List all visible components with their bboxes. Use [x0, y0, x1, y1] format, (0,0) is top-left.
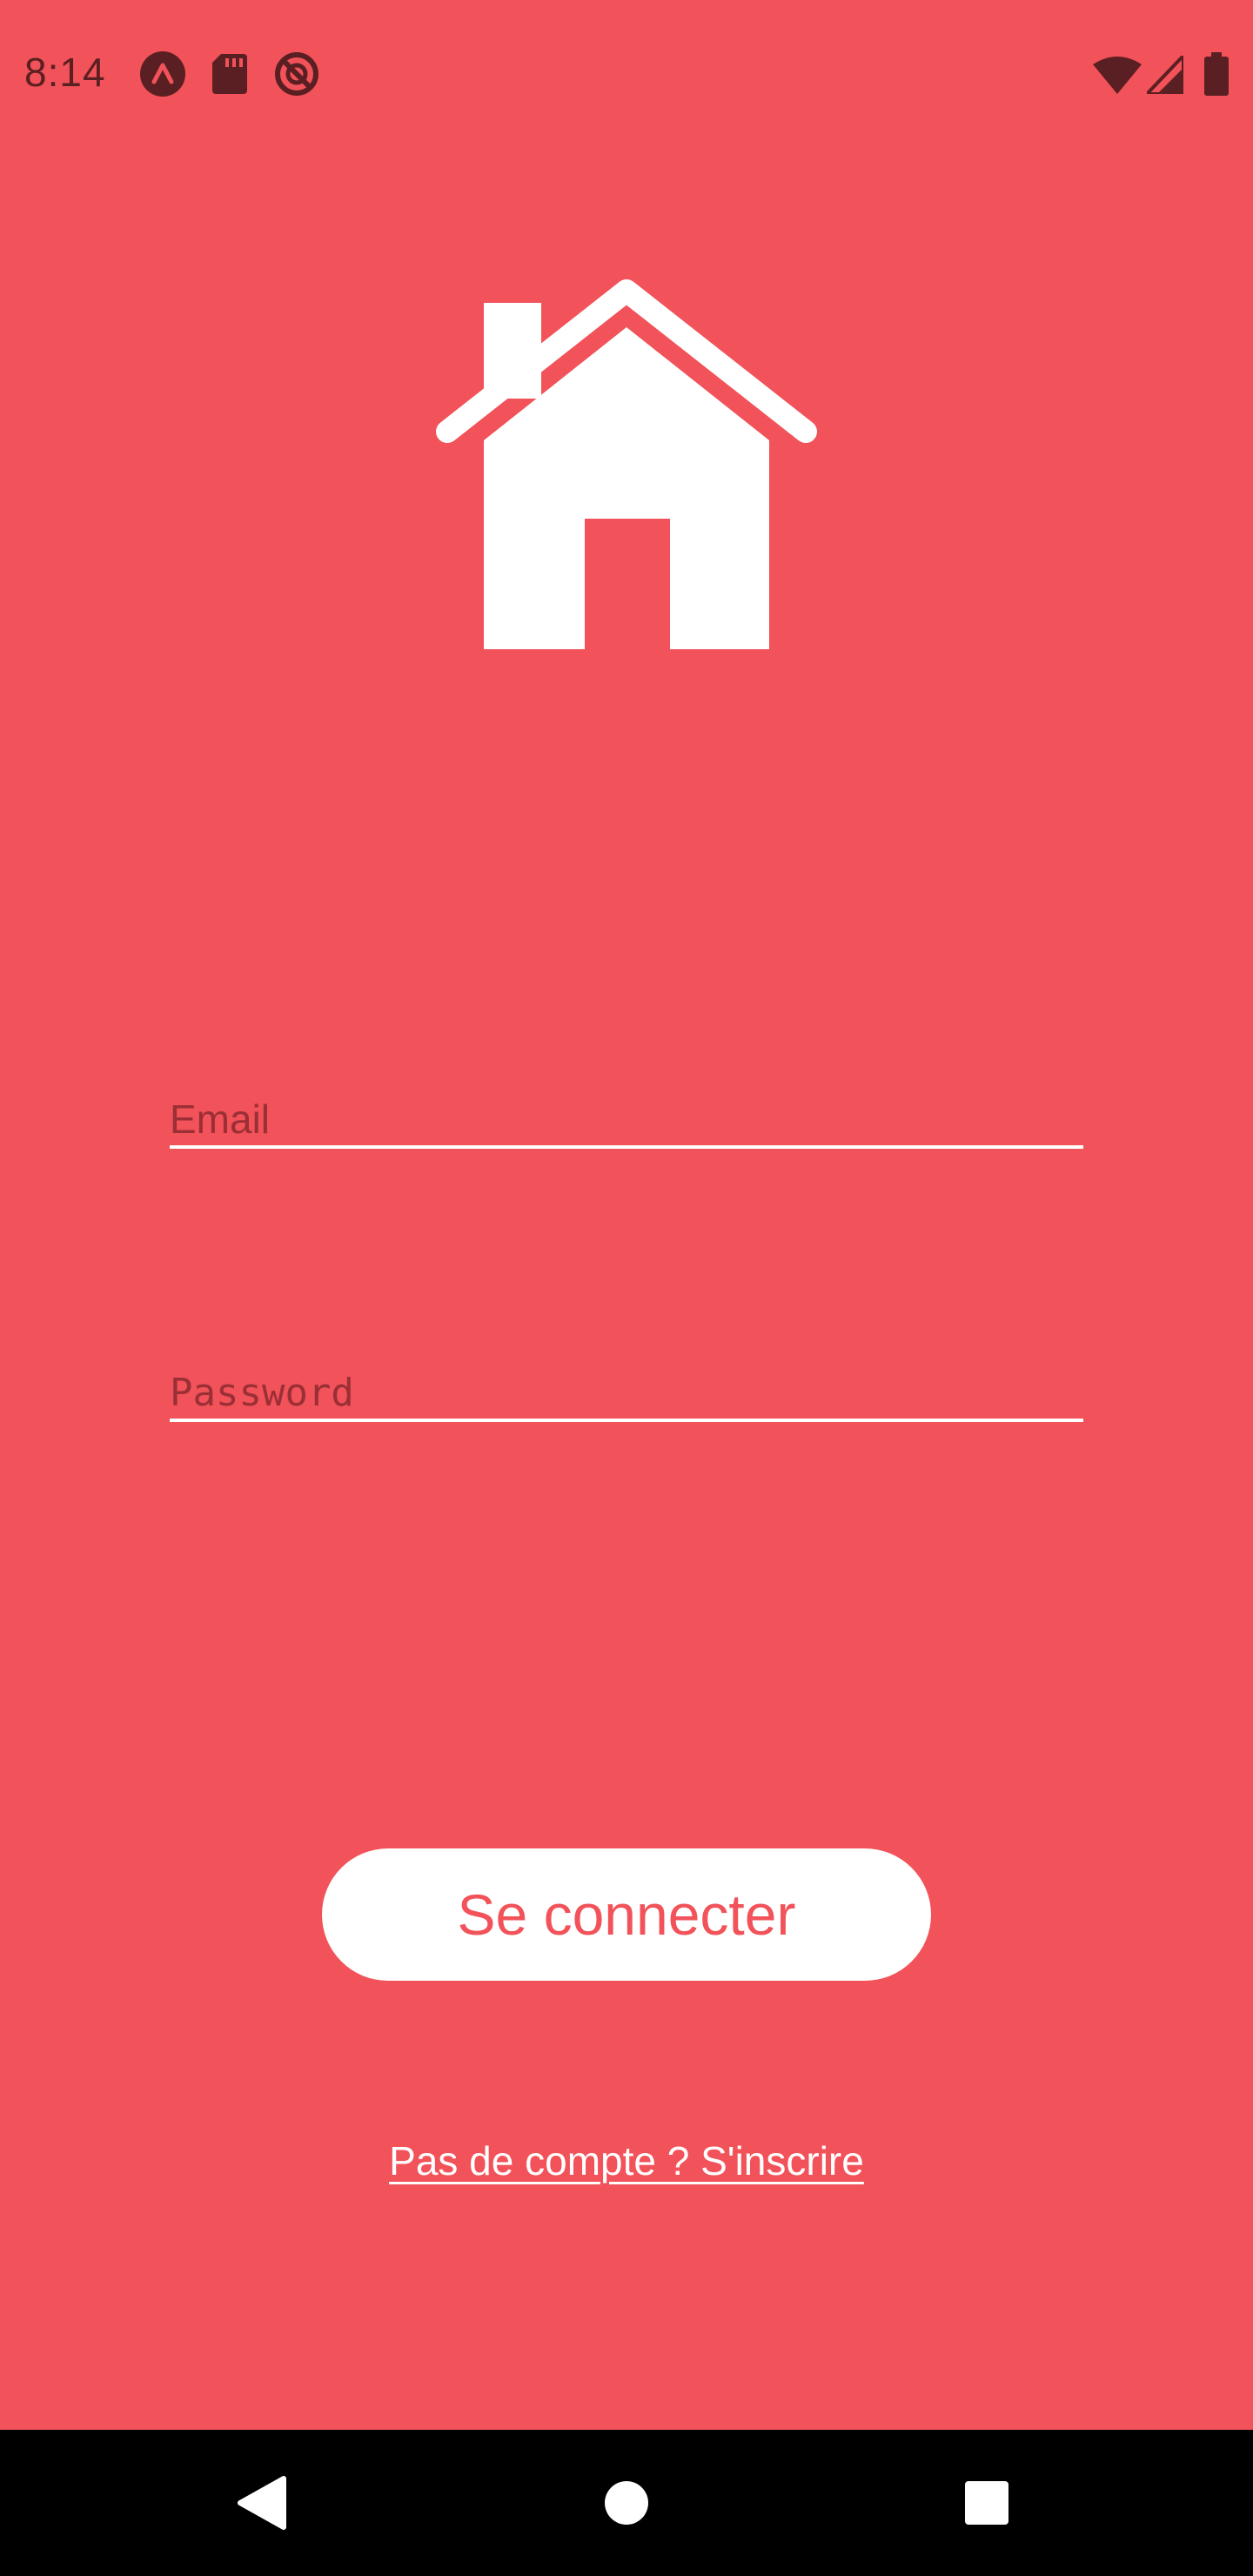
password-field-container	[170, 1366, 1083, 1422]
back-icon	[238, 2476, 286, 2530]
app-icon	[140, 51, 185, 97]
recents-button[interactable]	[943, 2459, 1030, 2546]
sd-card-icon	[212, 54, 247, 94]
battery-icon	[1204, 52, 1229, 96]
back-button[interactable]	[219, 2459, 306, 2546]
signal-icon	[1147, 56, 1183, 94]
signup-link-container: Pas de compte ? S'inscrire	[0, 2137, 1253, 2184]
recents-icon	[965, 2481, 1008, 2525]
email-field-container	[170, 1093, 1083, 1149]
status-time: 8:14	[24, 50, 106, 95]
status-bar: 8:14	[0, 0, 1253, 148]
house-icon	[436, 279, 817, 649]
home-icon	[605, 2481, 648, 2525]
do-not-disturb-icon	[275, 52, 318, 96]
email-field[interactable]	[170, 1093, 1083, 1145]
login-button[interactable]: Se connecter	[322, 1848, 931, 1981]
home-button[interactable]	[583, 2459, 670, 2546]
navigation-bar	[0, 2430, 1253, 2576]
password-field[interactable]	[170, 1366, 1083, 1419]
wifi-icon	[1093, 57, 1142, 94]
signup-link[interactable]: Pas de compte ? S'inscrire	[389, 2138, 864, 2184]
